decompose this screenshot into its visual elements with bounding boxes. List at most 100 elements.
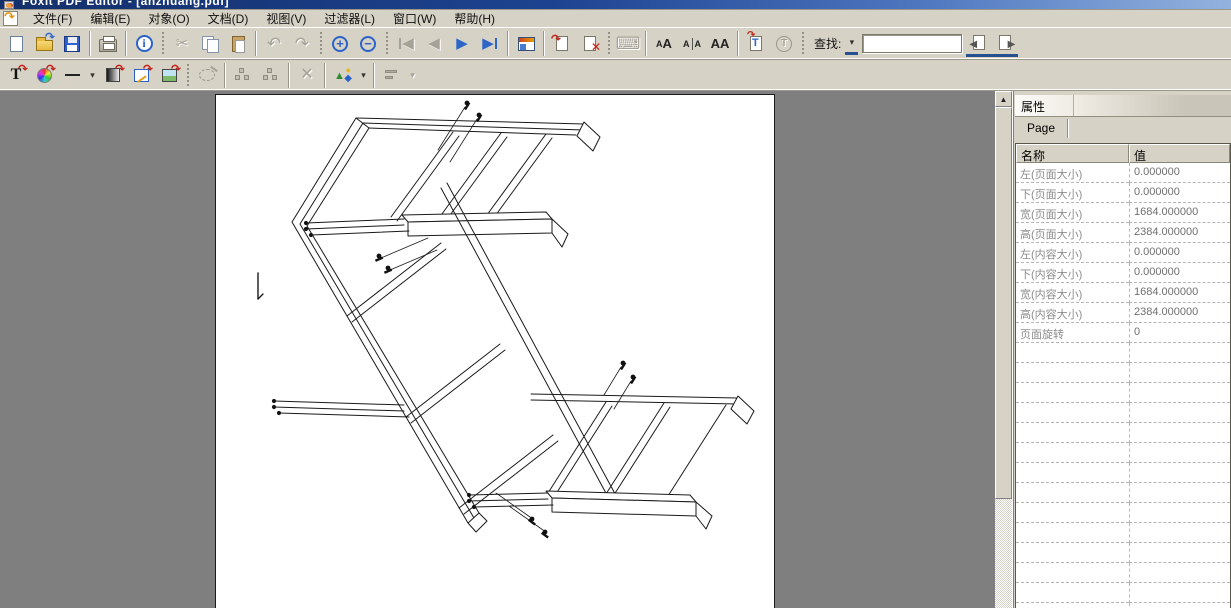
property-value[interactable] (1129, 543, 1230, 563)
line-style-button[interactable] (58, 62, 86, 89)
property-value[interactable] (1129, 383, 1230, 403)
toolbar-standard: ↷ i ✂ ↶ ↷ + − ◀ ◀ ▶ ▶ ↷ ✕ ⌨ AA AA AA T↷ … (0, 28, 1231, 60)
menu-item[interactable]: 对象(O) (139, 8, 198, 29)
property-value[interactable]: 0.000000 (1129, 183, 1230, 203)
property-value[interactable]: 0.000000 (1129, 263, 1230, 283)
column-header-name[interactable]: 名称 (1016, 144, 1129, 163)
menu-item[interactable]: 视图(V) (257, 8, 315, 29)
delete-page-button[interactable]: ✕ (576, 30, 604, 57)
redo-button[interactable]: ↷ (288, 30, 316, 57)
menu-item[interactable]: 过滤器(L) (315, 8, 384, 29)
property-value[interactable] (1129, 603, 1230, 608)
insert-text-button[interactable]: T↷ (742, 30, 770, 57)
property-value[interactable]: 1684.000000 (1129, 283, 1230, 303)
open-button[interactable]: ↷ (30, 30, 58, 57)
copy-button[interactable] (196, 30, 224, 57)
align-button[interactable] (378, 62, 406, 89)
arrow-up-icon: ▲ (1000, 95, 1008, 104)
find-input[interactable] (862, 34, 962, 53)
font-size-button[interactable]: AA (650, 30, 678, 57)
property-row: 高(页面大小) 2384.000000 (1016, 223, 1230, 243)
cut-button[interactable]: ✂ (168, 30, 196, 57)
new-document-button[interactable] (2, 30, 30, 57)
redo-icon: ↷ (295, 35, 309, 52)
property-value[interactable] (1129, 343, 1230, 363)
property-value[interactable] (1129, 443, 1230, 463)
align-dropdown[interactable]: ▾ (406, 64, 419, 86)
menu-item[interactable]: 编辑(E) (81, 8, 139, 29)
property-value[interactable]: 0.000000 (1129, 163, 1230, 183)
property-name (1016, 443, 1129, 463)
property-value[interactable]: 0 (1129, 323, 1230, 343)
find-options-dropdown[interactable]: ▾ (845, 33, 858, 55)
char-width-button[interactable]: AA (706, 30, 734, 57)
property-value[interactable] (1129, 583, 1230, 603)
property-value[interactable] (1129, 483, 1230, 503)
toolbar-grip (161, 31, 165, 56)
menu-item[interactable]: 文档(D) (199, 8, 258, 29)
property-value[interactable] (1129, 403, 1230, 423)
insert-shape-button[interactable]: ▲ ● ◆ (329, 62, 357, 89)
property-value[interactable]: 2384.000000 (1129, 223, 1230, 243)
shading-button[interactable]: ↷ (99, 62, 127, 89)
paste-button[interactable] (224, 30, 252, 57)
property-value[interactable] (1129, 563, 1230, 583)
arrow-left-icon: ◀ (969, 39, 977, 50)
property-value[interactable]: 0.000000 (1129, 243, 1230, 263)
property-row (1016, 343, 1230, 363)
property-value[interactable]: 1684.000000 (1129, 203, 1230, 223)
property-row (1016, 583, 1230, 603)
line-style-dropdown[interactable]: ▾ (86, 64, 99, 86)
property-value[interactable] (1129, 363, 1230, 383)
document-canvas[interactable] (0, 91, 995, 608)
scroll-up-button[interactable]: ▲ (995, 91, 1012, 107)
undo-button[interactable]: ↶ (260, 30, 288, 57)
property-value[interactable] (1129, 463, 1230, 483)
previous-page-button[interactable]: ◀ (420, 30, 448, 57)
document-info-button[interactable]: i (130, 30, 158, 57)
clone-tool-button[interactable] (193, 62, 221, 89)
delete-object-button[interactable]: ✕ (293, 62, 321, 89)
ungroup-icon (263, 68, 279, 82)
red-arrow-icon: ↷ (143, 62, 153, 76)
text-mode-button[interactable]: T (770, 30, 798, 57)
edit-color-button[interactable]: ↷ (30, 62, 58, 89)
property-value[interactable] (1129, 503, 1230, 523)
info-icon: i (136, 35, 153, 52)
zoom-in-button[interactable]: + (326, 30, 354, 57)
zoom-out-button[interactable]: − (354, 30, 382, 57)
panel-caption: 属性 (1015, 95, 1231, 117)
char-spacing-button[interactable]: AA (678, 30, 706, 57)
menu-item[interactable]: 窗口(W) (384, 8, 445, 29)
next-page-button[interactable]: ▶ (448, 30, 476, 57)
save-button[interactable] (58, 30, 86, 57)
find-next-button[interactable]: ▶ (992, 31, 1018, 57)
property-value[interactable]: 2384.000000 (1129, 303, 1230, 323)
insert-page-button[interactable]: ↷ (548, 30, 576, 57)
pdf-page[interactable] (215, 94, 775, 608)
page-layout-button[interactable] (512, 30, 540, 57)
ungroup-button[interactable] (257, 62, 285, 89)
tab-page[interactable]: Page (1019, 119, 1068, 138)
add-text-button[interactable]: T↷ (2, 62, 30, 89)
vertical-scrollbar[interactable]: ▲ (995, 91, 1012, 608)
scroll-thumb[interactable] (995, 107, 1012, 499)
menu-item[interactable]: 文件(F) (24, 8, 81, 29)
virtual-keyboard-button[interactable]: ⌨ (614, 30, 642, 57)
find-previous-button[interactable]: ◀ (966, 31, 992, 57)
property-value[interactable] (1129, 423, 1230, 443)
last-page-button[interactable]: ▶ (476, 30, 504, 57)
group-button[interactable] (229, 62, 257, 89)
property-value[interactable] (1129, 523, 1230, 543)
toolbar-grip (319, 31, 323, 56)
red-arrow-icon: ↷ (171, 62, 181, 76)
shape-dropdown[interactable]: ▾ (357, 64, 370, 86)
first-page-button[interactable]: ◀ (392, 30, 420, 57)
print-button[interactable] (94, 30, 122, 57)
property-row: 高(内容大小) 2384.000000 (1016, 303, 1230, 323)
column-header-value[interactable]: 值 (1129, 144, 1230, 163)
insert-image-button[interactable]: ↷ (155, 62, 183, 89)
menu-item[interactable]: 帮助(H) (445, 8, 504, 29)
edit-image-button[interactable]: ↷ (127, 62, 155, 89)
property-name (1016, 383, 1129, 403)
